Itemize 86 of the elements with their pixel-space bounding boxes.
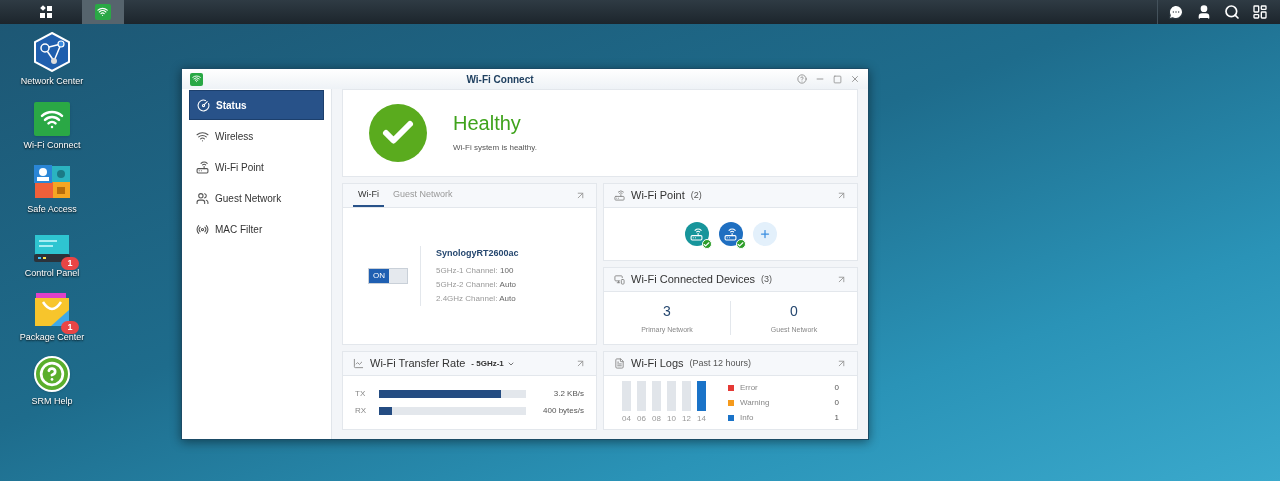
wifi-icon [34, 102, 70, 136]
legend-count: 1 [834, 411, 839, 424]
maximize-icon[interactable] [833, 74, 842, 84]
desktop-icon-label[interactable]: SRM Help [19, 396, 85, 406]
expand-icon[interactable] [575, 358, 586, 369]
router-badge[interactable] [684, 222, 709, 246]
help-icon [34, 356, 70, 392]
devices-icon [614, 274, 625, 285]
sidebar-item[interactable]: Status [189, 90, 324, 120]
router-badge[interactable] [718, 222, 743, 246]
channel-info: 5GHz-2 Channel: Auto [436, 279, 518, 292]
band-dropdown[interactable]: - 5GHz-1 [471, 357, 515, 370]
expand-icon[interactable] [836, 358, 847, 369]
wifi-app-icon [95, 4, 111, 20]
toggle-switch[interactable]: ON [368, 268, 408, 284]
desktop-icon-label[interactable]: Control Panel [19, 268, 85, 278]
legend-label: Error [740, 381, 758, 394]
card-count: (3) [761, 272, 773, 286]
help-icon[interactable] [797, 74, 807, 84]
legend-count: 0 [834, 396, 839, 409]
network-name: SynologyRT2600ac [436, 246, 519, 260]
desktop-icon-label[interactable]: Package Center [19, 332, 85, 342]
status-title: Healthy [453, 112, 522, 134]
chat-icon[interactable] [1168, 4, 1184, 20]
user-icon[interactable] [1196, 4, 1212, 20]
card-count: (2) [690, 188, 702, 202]
legend-label: Warning [740, 396, 770, 409]
card-title: Wi-Fi Connected Devices [631, 272, 756, 288]
shopping-bag-icon [33, 290, 71, 328]
channel-info: 2.4GHz Channel: Auto [436, 293, 517, 306]
sidebar-item[interactable]: Guest Network [189, 183, 324, 213]
hour-label: 12 [682, 412, 691, 425]
channel-info: 5GHz-1 Channel: 100 [436, 265, 515, 278]
card-count: (Past 12 hours) [689, 356, 752, 370]
hour-label: 10 [667, 412, 676, 425]
sidebar-item[interactable]: Wi-Fi Point [189, 152, 324, 182]
rate-label: TX [355, 388, 367, 400]
app-button[interactable] [82, 0, 124, 24]
expand-icon[interactable] [836, 274, 847, 285]
legend-count: 0 [834, 381, 839, 394]
expand-icon[interactable] [575, 190, 586, 201]
wifi-icon [196, 129, 209, 143]
card-title: Wi-Fi Logs [631, 356, 684, 372]
hour-label: 14 [697, 412, 706, 425]
add-button[interactable] [752, 222, 777, 246]
people-icon [196, 191, 209, 205]
widgets-icon[interactable] [1252, 4, 1268, 20]
notification-badge: 1 [61, 321, 79, 334]
check-icon [369, 104, 427, 162]
main-menu-icon [38, 4, 54, 20]
hour-label: 04 [622, 412, 631, 425]
search-icon[interactable] [1224, 4, 1240, 20]
legend-label: Info [740, 411, 754, 424]
expand-icon[interactable] [836, 190, 847, 201]
window-title: Wi-Fi Connect [466, 72, 534, 87]
close-icon[interactable] [850, 74, 860, 84]
sidebar-item[interactable]: Wireless [189, 121, 324, 151]
device-count: 0 [790, 301, 798, 321]
rate-reading: 3.2 KB/s [553, 388, 584, 400]
app-icon [190, 72, 203, 86]
control-panel-icon [33, 234, 71, 264]
radio-icon [196, 222, 209, 236]
router-icon [724, 227, 737, 241]
status-message: Wi-Fi system is healthy. [453, 142, 537, 154]
desktop-icon-label[interactable]: Network Center [19, 76, 85, 86]
hour-label: 08 [652, 412, 661, 425]
tab[interactable]: Wi-Fi [353, 184, 384, 207]
notification-badge: 1 [61, 257, 79, 270]
rate-label: RX [355, 405, 368, 417]
card-title: Wi-Fi Point [631, 188, 685, 204]
log-icon [614, 358, 625, 369]
safe-access-icon [33, 164, 71, 200]
hexagon-network-icon [33, 32, 71, 72]
rate-reading: 400 bytes/s [543, 405, 584, 417]
gauge-icon [197, 98, 210, 112]
card-title: Wi-Fi Transfer Rate [370, 356, 466, 372]
sidebar-item[interactable]: MAC Filter [189, 214, 324, 244]
device-count: 3 [663, 301, 671, 321]
router-icon [690, 227, 703, 241]
plus-icon [758, 228, 771, 240]
desktop-icon-label[interactable]: Wi-Fi Connect [19, 140, 85, 150]
router-icon [614, 190, 625, 201]
hour-label: 06 [637, 412, 646, 425]
router-icon [196, 160, 209, 174]
chart-icon [353, 358, 364, 369]
desktop-icon-label[interactable]: Safe Access [19, 204, 85, 214]
